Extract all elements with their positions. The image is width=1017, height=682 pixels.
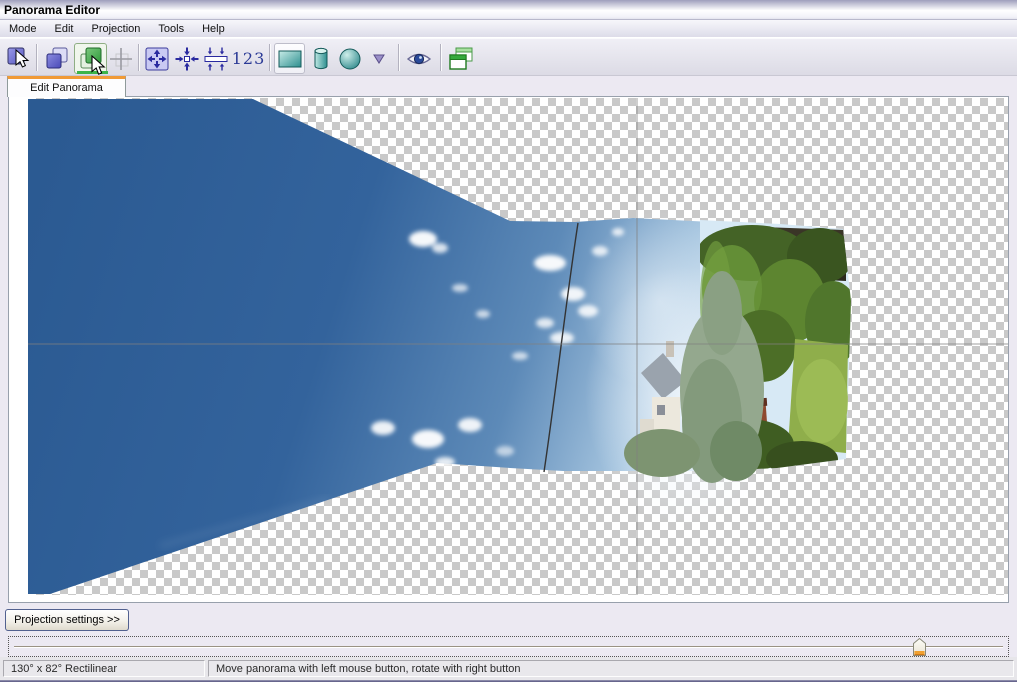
dropdown-triangle-icon bbox=[372, 53, 386, 65]
sphere-projection-icon bbox=[337, 46, 363, 72]
status-hint: Move panorama with left mouse button, ro… bbox=[208, 660, 1014, 677]
menu-edit[interactable]: Edit bbox=[46, 21, 83, 37]
slider-thumb[interactable] bbox=[913, 638, 926, 656]
crosshair-icon bbox=[108, 46, 134, 72]
projection-cylindrical-button[interactable] bbox=[307, 43, 335, 74]
status-projection-info: 130° x 82° Rectilinear bbox=[3, 660, 205, 677]
toolbar-separator bbox=[269, 44, 271, 71]
collapse-arrows-icon bbox=[174, 46, 200, 72]
preview-canvas[interactable] bbox=[8, 96, 1009, 603]
menu-help[interactable]: Help bbox=[193, 21, 234, 37]
toolbar-separator bbox=[440, 44, 442, 71]
tab-edit-panorama[interactable]: Edit Panorama bbox=[7, 76, 126, 97]
show-numbers-button[interactable]: 123 bbox=[231, 43, 266, 74]
fit-view-button[interactable] bbox=[143, 43, 171, 74]
projection-spherical-button[interactable] bbox=[336, 43, 364, 74]
cursor-drag-icon bbox=[6, 46, 32, 72]
straighten-bar-icon bbox=[203, 46, 229, 72]
menu-tools[interactable]: Tools bbox=[149, 21, 193, 37]
numbers-123-icon: 123 bbox=[232, 49, 266, 68]
panorama-editor-window: Panorama Editor Mode Edit Projection Too… bbox=[0, 0, 1017, 682]
cylinder-projection-icon bbox=[308, 46, 334, 72]
toolbar-separator bbox=[138, 44, 140, 71]
identify-button[interactable] bbox=[107, 43, 135, 74]
center-panorama-button[interactable] bbox=[172, 43, 201, 74]
menu-projection[interactable]: Projection bbox=[83, 21, 150, 37]
yaw-slider-region[interactable] bbox=[8, 636, 1009, 657]
projection-rectilinear-button[interactable] bbox=[274, 43, 305, 74]
title-bar[interactable]: Panorama Editor bbox=[0, 0, 1017, 20]
projection-more-button[interactable] bbox=[366, 43, 392, 74]
show-layout-button[interactable] bbox=[446, 43, 476, 74]
eye-icon bbox=[406, 49, 432, 69]
menu-mode[interactable]: Mode bbox=[0, 21, 46, 37]
mouse-cursor bbox=[91, 55, 106, 77]
status-bar: 130° x 82° Rectilinear Move panorama wit… bbox=[0, 657, 1017, 680]
move-images-button[interactable] bbox=[42, 43, 72, 74]
toolbar-separator bbox=[36, 44, 38, 71]
tab-row: Edit Panorama bbox=[0, 76, 1017, 96]
transparency-checker bbox=[28, 98, 1008, 595]
tab-label: Edit Panorama bbox=[30, 82, 103, 94]
projection-settings-button[interactable]: Projection settings >> bbox=[5, 609, 129, 631]
slider-track[interactable] bbox=[14, 646, 1003, 648]
menu-bar: Mode Edit Projection Tools Help bbox=[0, 20, 1017, 38]
drag-mode-button[interactable] bbox=[4, 43, 34, 74]
toolbar-separator bbox=[398, 44, 400, 71]
straighten-button[interactable] bbox=[201, 43, 230, 74]
show-preview-button[interactable] bbox=[403, 43, 435, 74]
panorama-preview-image[interactable] bbox=[28, 98, 1008, 595]
expand-arrows-icon bbox=[144, 46, 170, 72]
toolbar: 123 bbox=[0, 38, 1017, 76]
layout-windows-icon bbox=[448, 46, 474, 72]
window-title: Panorama Editor bbox=[4, 3, 100, 17]
rectangle-projection-icon bbox=[277, 47, 303, 71]
projection-settings-label: Projection settings >> bbox=[14, 614, 120, 626]
overlap-squares-blue-icon bbox=[44, 46, 70, 72]
